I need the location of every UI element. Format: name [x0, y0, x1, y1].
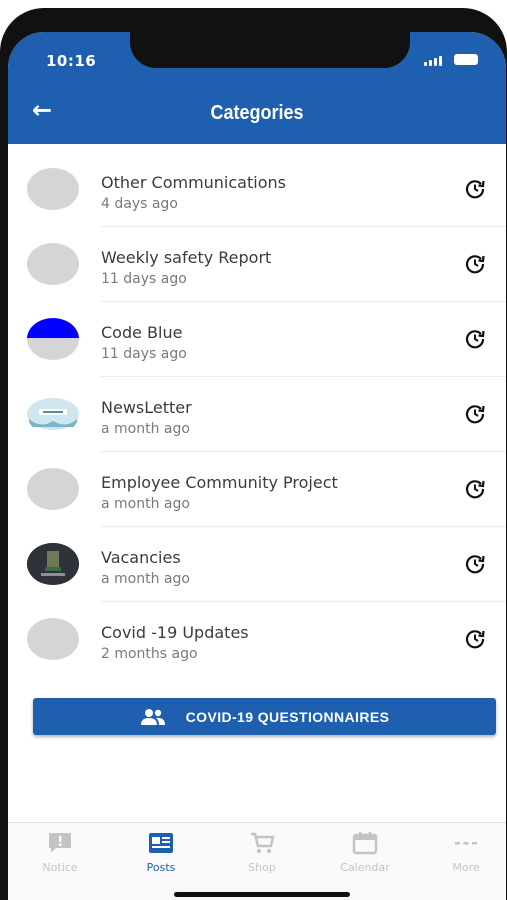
category-name: Vacancies: [101, 548, 181, 567]
history-icon[interactable]: [464, 328, 486, 350]
category-item-newsletter[interactable]: NewsLetter a month ago: [8, 377, 506, 452]
history-icon[interactable]: [464, 253, 486, 275]
category-avatar: [27, 468, 79, 510]
tab-more[interactable]: More: [421, 831, 506, 874]
tab-label: More: [452, 861, 480, 874]
category-date: 11 days ago: [101, 271, 187, 287]
cart-icon: [251, 832, 275, 853]
phone-frame: 10:16 ← Categories Other Communications …: [0, 8, 507, 900]
notch: [130, 32, 410, 68]
category-list: Other Communications 4 days ago Weekly s…: [8, 152, 506, 677]
category-item-employee-community-project[interactable]: Employee Community Project a month ago: [8, 452, 506, 527]
category-date: 2 months ago: [101, 646, 198, 662]
category-item-other-communications[interactable]: Other Communications 4 days ago: [8, 152, 506, 227]
category-avatar: [27, 243, 79, 285]
history-icon[interactable]: [464, 628, 486, 650]
category-date: 4 days ago: [101, 196, 178, 212]
people-icon: [140, 708, 165, 725]
tab-notice[interactable]: Notice: [15, 831, 105, 874]
vacancies-photo: [27, 543, 79, 585]
more-icon: [455, 842, 477, 845]
category-name: Weekly safety Report: [101, 248, 272, 267]
calendar-icon: [352, 832, 378, 855]
category-date: a month ago: [101, 571, 190, 587]
category-item-code-blue[interactable]: Code Blue 11 days ago: [8, 302, 506, 377]
covid-questionnaires-label: COVID-19 QUESTIONNAIRES: [185, 708, 390, 725]
history-icon[interactable]: [464, 178, 486, 200]
category-item-covid-19-updates[interactable]: Covid -19 Updates 2 months ago: [8, 602, 506, 677]
category-date: a month ago: [101, 496, 190, 512]
category-name: Code Blue: [101, 323, 183, 342]
category-avatar: [27, 618, 79, 660]
tab-shop[interactable]: Shop: [217, 831, 307, 874]
signal-icon: [424, 56, 442, 66]
posts-icon: [149, 833, 173, 853]
category-avatar: [27, 318, 79, 360]
category-date: 11 days ago: [101, 346, 187, 362]
category-name: Other Communications: [101, 173, 286, 192]
tab-label: Calendar: [340, 861, 390, 874]
tab-posts[interactable]: Posts: [116, 831, 206, 874]
category-avatar: [27, 543, 79, 585]
category-name: NewsLetter: [101, 398, 192, 417]
history-icon[interactable]: [464, 403, 486, 425]
page-title: Categories: [210, 102, 304, 124]
category-avatar: [27, 168, 79, 210]
history-icon[interactable]: [464, 478, 486, 500]
category-name: Covid -19 Updates: [101, 623, 249, 642]
bottom-tab-bar: Notice Posts Shop Calendar More: [8, 822, 506, 900]
home-indicator: [174, 892, 350, 897]
category-date: a month ago: [101, 421, 190, 437]
covid-questionnaires-button[interactable]: COVID-19 QUESTIONNAIRES: [33, 698, 496, 735]
category-item-vacancies[interactable]: Vacancies a month ago: [8, 527, 506, 602]
tab-label: Notice: [42, 861, 78, 874]
tab-label: Posts: [146, 861, 176, 874]
status-time: 10:16: [46, 52, 97, 70]
tab-calendar[interactable]: Calendar: [320, 831, 410, 874]
newsletter-logo: [27, 398, 79, 430]
category-name: Employee Community Project: [101, 473, 338, 492]
battery-icon: [454, 54, 478, 65]
app-screen: 10:16 ← Categories Other Communications …: [8, 32, 506, 900]
category-item-weekly-safety-report[interactable]: Weekly safety Report 11 days ago: [8, 227, 506, 302]
notice-icon: [49, 833, 71, 853]
category-avatar: [27, 393, 79, 435]
history-icon[interactable]: [464, 553, 486, 575]
tab-label: Shop: [248, 861, 276, 874]
